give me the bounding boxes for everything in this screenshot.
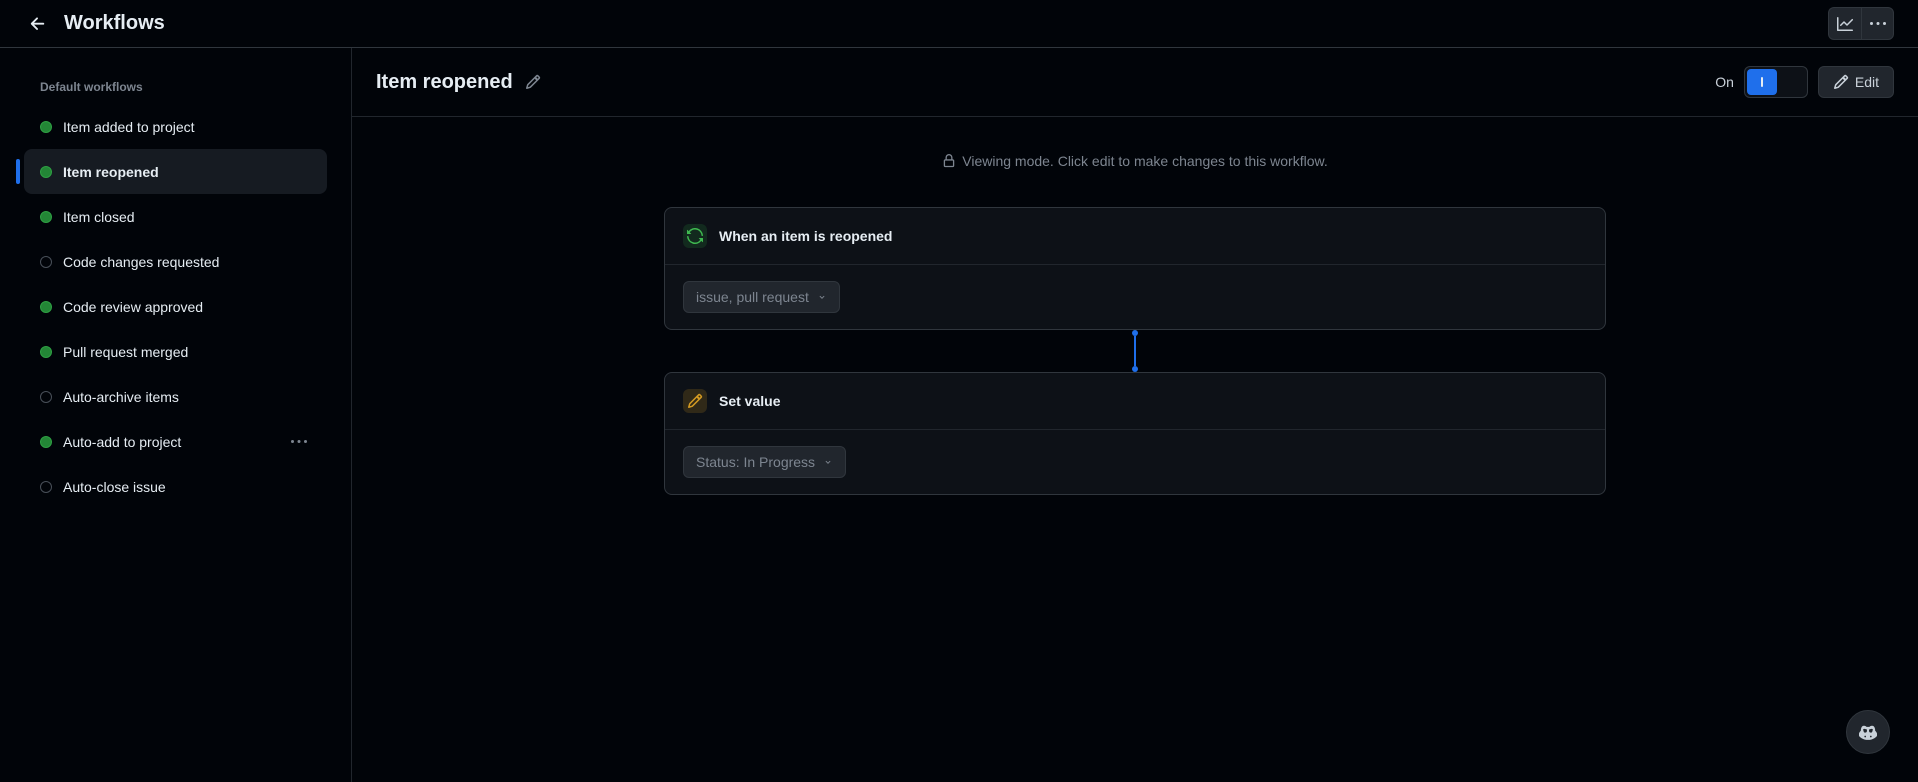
rename-workflow-icon[interactable] (525, 74, 541, 90)
header-controls: On Edit (1715, 66, 1894, 98)
sidebar-item-label: Code changes requested (63, 254, 311, 270)
page-title: Workflows (64, 12, 165, 35)
status-dot-icon (40, 301, 52, 313)
reopened-icon (683, 224, 707, 248)
trigger-title: When an item is reopened (719, 228, 892, 244)
top-bar-left: Workflows (24, 10, 165, 38)
chevron-down-icon (817, 292, 827, 302)
sidebar-item-auto-close-issue[interactable]: Auto-close issue (24, 464, 327, 509)
lock-icon (942, 154, 956, 168)
sidebar-item-code-changes-requested[interactable]: Code changes requested (24, 239, 327, 284)
status-dot-icon (40, 121, 52, 133)
status-dot-icon (40, 211, 52, 223)
edit-button-label: Edit (1855, 74, 1879, 90)
viewing-mode-banner: Viewing mode. Click edit to make changes… (352, 153, 1918, 169)
main: Default workflows Item added to projectI… (0, 48, 1918, 782)
sidebar-item-label: Item reopened (63, 164, 311, 180)
action-node-body: Status: In Progress (665, 430, 1605, 494)
copilot-fab[interactable] (1846, 710, 1890, 754)
chevron-down-icon (823, 457, 833, 467)
trigger-filter-label: issue, pull request (696, 289, 809, 305)
action-value-chip[interactable]: Status: In Progress (683, 446, 846, 478)
top-bar: Workflows (0, 0, 1918, 48)
edit-button[interactable]: Edit (1818, 66, 1894, 98)
trigger-filter-chip[interactable]: issue, pull request (683, 281, 840, 313)
toggle-label: On (1715, 74, 1734, 90)
more-menu-button[interactable] (1861, 7, 1894, 40)
sidebar-item-label: Auto-archive items (63, 389, 311, 405)
status-dot-icon (40, 166, 52, 178)
sidebar-item-item-reopened[interactable]: Item reopened (24, 149, 327, 194)
sidebar-item-menu-icon[interactable] (287, 430, 311, 454)
toggle-knob (1747, 69, 1777, 95)
sidebar-item-auto-add-to-project[interactable]: Auto-add to project (24, 419, 327, 464)
content: Item reopened On Edit (352, 48, 1918, 782)
sidebar-item-code-review-approved[interactable]: Code review approved (24, 284, 327, 329)
workflow-enabled-toggle[interactable] (1744, 66, 1808, 98)
status-dot-icon (40, 346, 52, 358)
sidebar-item-item-closed[interactable]: Item closed (24, 194, 327, 239)
set-value-icon (683, 389, 707, 413)
sidebar-item-item-added-to-project[interactable]: Item added to project (24, 104, 327, 149)
content-title-wrap: Item reopened (376, 71, 541, 94)
sidebar-item-pull-request-merged[interactable]: Pull request merged (24, 329, 327, 374)
action-value-label: Status: In Progress (696, 454, 815, 470)
sidebar-item-label: Code review approved (63, 299, 311, 315)
workflow-title: Item reopened (376, 71, 513, 94)
insights-button[interactable] (1828, 7, 1861, 40)
content-header: Item reopened On Edit (352, 48, 1918, 117)
sidebar: Default workflows Item added to projectI… (0, 48, 352, 782)
trigger-node-body: issue, pull request (665, 265, 1605, 329)
sidebar-list: Item added to project Item reopened Item c… (24, 104, 327, 509)
status-dot-icon (40, 481, 52, 493)
sidebar-item-auto-archive-items[interactable]: Auto-archive items (24, 374, 327, 419)
trigger-node-header: When an item is reopened (665, 208, 1605, 265)
trigger-node: When an item is reopened issue, pull req… (664, 207, 1606, 330)
sidebar-item-label: Item closed (63, 209, 311, 225)
workflow-nodes: When an item is reopened issue, pull req… (352, 207, 1918, 495)
sidebar-item-label: Auto-add to project (63, 434, 276, 450)
sidebar-heading: Default workflows (40, 80, 327, 94)
action-node: Set value Status: In Progress (664, 372, 1606, 495)
sidebar-item-label: Auto-close issue (63, 479, 311, 495)
workflow-canvas: Viewing mode. Click edit to make changes… (352, 117, 1918, 782)
back-arrow-icon[interactable] (24, 10, 52, 38)
status-dot-icon (40, 436, 52, 448)
viewing-mode-text: Viewing mode. Click edit to make changes… (962, 153, 1327, 169)
action-title: Set value (719, 393, 780, 409)
action-node-header: Set value (665, 373, 1605, 430)
sidebar-item-label: Item added to project (63, 119, 311, 135)
status-dot-icon (40, 391, 52, 403)
node-connector (1132, 330, 1138, 372)
status-dot-icon (40, 256, 52, 268)
sidebar-item-label: Pull request merged (63, 344, 311, 360)
top-bar-right (1828, 7, 1894, 40)
